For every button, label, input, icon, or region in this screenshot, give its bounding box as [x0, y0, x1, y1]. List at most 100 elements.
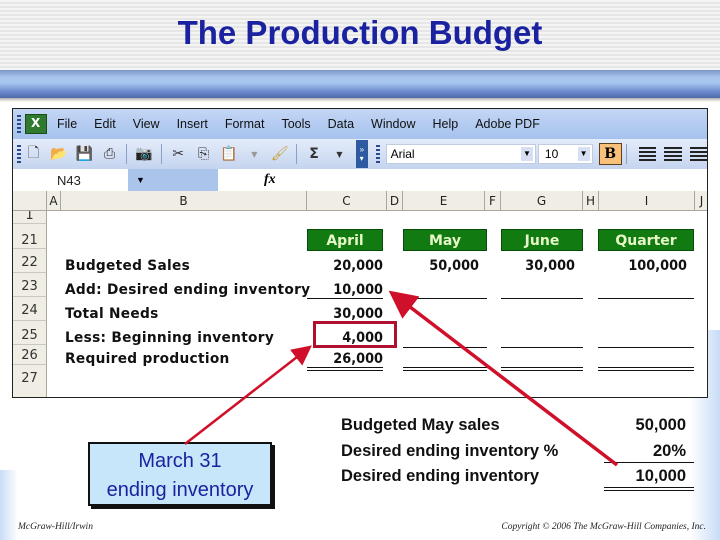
header-june[interactable]: June	[501, 229, 583, 251]
double-underline-quarter	[598, 367, 694, 371]
menu-adobe-pdf[interactable]: Adobe PDF	[475, 117, 540, 131]
column-header-a[interactable]: A	[47, 191, 61, 211]
insert-function-icon[interactable]: fx	[264, 172, 284, 188]
toolbar-grip[interactable]	[17, 145, 21, 163]
calc-label-may-sales: Budgeted May sales	[341, 416, 500, 434]
formatting-toolbar-grip[interactable]	[375, 145, 380, 163]
font-size-dropdown-icon[interactable]: ▼	[577, 147, 590, 161]
format-painter-icon[interactable]: 🖌	[270, 144, 289, 164]
calc-value-may-sales: 50,000	[635, 416, 686, 434]
name-box[interactable]: N43	[13, 173, 128, 188]
column-header-d[interactable]: D	[387, 191, 403, 211]
column-header-g[interactable]: G	[501, 191, 583, 211]
align-center-icon[interactable]	[664, 147, 682, 161]
header-may[interactable]: May	[403, 229, 487, 251]
row-header-25[interactable]: 25	[13, 321, 47, 345]
toolbar-separator	[126, 144, 128, 164]
toolbar-options-button[interactable]: » ▾	[356, 140, 368, 168]
label-total-needs[interactable]: Total Needs	[65, 306, 159, 322]
column-header-e[interactable]: E	[403, 191, 485, 211]
double-underline-may	[403, 367, 487, 371]
new-icon[interactable]: 🗋	[24, 144, 43, 164]
menu-tools[interactable]: Tools	[281, 117, 310, 131]
column-header-h[interactable]: H	[583, 191, 599, 211]
row-header-1[interactable]: 1	[13, 211, 47, 224]
header-april[interactable]: April	[307, 229, 383, 251]
footer-copyright: Copyright © 2006 The McGraw-Hill Compani…	[501, 522, 706, 532]
menu-bar: File Edit View Insert Format Tools Data …	[13, 109, 707, 139]
calc-label-desired-ending-inventory: Desired ending inventory	[341, 467, 540, 485]
print-icon[interactable]: ⎙	[100, 144, 119, 164]
column-header-j[interactable]: J	[695, 191, 707, 211]
calc-value-desired-ending-inventory: 10,000	[635, 467, 686, 485]
menu-format[interactable]: Format	[225, 117, 265, 131]
underline-quarter-25	[598, 347, 694, 348]
font-dropdown-icon[interactable]: ▼	[520, 147, 533, 161]
row-header-21[interactable]: 21	[13, 224, 47, 249]
save-icon[interactable]: 💾	[75, 144, 94, 164]
cell-quarter-budgeted-sales[interactable]: 100,000	[606, 258, 687, 274]
menu-help[interactable]: Help	[433, 117, 459, 131]
beginning-inventory-highlight	[313, 321, 397, 348]
excel-logo-icon[interactable]	[25, 114, 47, 134]
menu-grip[interactable]	[17, 115, 21, 133]
footer-publisher: McGraw-Hill/Irwin	[18, 522, 93, 532]
slide-title: The Production Budget	[177, 14, 543, 51]
align-left-icon[interactable]	[638, 147, 657, 161]
menu-data[interactable]: Data	[328, 117, 354, 131]
march-31-callout: March 31 ending inventory	[88, 442, 272, 506]
row-header-23[interactable]: 23	[13, 273, 47, 297]
row-header-27[interactable]: 27	[13, 365, 47, 397]
font-name-select[interactable]: Arial ▼	[385, 144, 536, 164]
paste-dropdown-icon[interactable]: ▼	[245, 144, 264, 164]
cell-april-required-production[interactable]: 26,000	[311, 351, 383, 367]
cell-june-budgeted-sales[interactable]: 30,000	[507, 258, 575, 274]
standard-toolbar: 🗋 📂 💾 ⎙ 📷 ✂ ⎘ 📋 ▼ 🖌 Σ ▼ » ▾ Arial ▼ 10 ▼ …	[13, 139, 707, 169]
name-box-dropdown-icon[interactable]: ▼	[128, 169, 218, 191]
menu-insert[interactable]: Insert	[177, 117, 208, 131]
calc-double-underline	[604, 487, 694, 491]
label-desired-ending-inventory[interactable]: Add: Desired ending inventory	[65, 282, 310, 298]
menu-window[interactable]: Window	[371, 117, 415, 131]
label-required-production[interactable]: Required production	[65, 351, 230, 367]
toolbar-separator	[625, 144, 627, 164]
left-decoration	[0, 470, 18, 540]
column-header-c[interactable]: C	[307, 191, 387, 211]
font-name-value: Arial	[390, 147, 415, 161]
row-header-22[interactable]: 22	[13, 249, 47, 273]
autosum-icon[interactable]: Σ	[304, 144, 323, 164]
align-right-icon[interactable]	[689, 147, 707, 161]
menu-file[interactable]: File	[57, 117, 77, 131]
menu-view[interactable]: View	[133, 117, 160, 131]
paste-icon[interactable]: 📋	[219, 144, 238, 164]
calc-underline	[604, 462, 694, 463]
header-quarter[interactable]: Quarter	[598, 229, 694, 251]
row-header-26[interactable]: 26	[13, 345, 47, 365]
select-all-corner[interactable]	[13, 191, 47, 211]
column-header-f[interactable]: F	[485, 191, 501, 211]
row-header-24[interactable]: 24	[13, 297, 47, 321]
excel-window: File Edit View Insert Format Tools Data …	[12, 108, 708, 398]
label-beginning-inventory[interactable]: Less: Beginning inventory	[65, 330, 274, 346]
formula-input[interactable]	[284, 169, 707, 191]
label-budgeted-sales[interactable]: Budgeted Sales	[65, 258, 190, 274]
open-icon[interactable]: 📂	[49, 144, 68, 164]
camera-icon[interactable]: 📷	[134, 144, 153, 164]
underline-june-23	[501, 298, 583, 299]
menu-edit[interactable]: Edit	[94, 117, 116, 131]
formula-bar: N43 ▼ fx	[13, 169, 707, 191]
cell-april-desired-ending-inventory[interactable]: 10,000	[311, 282, 383, 298]
copy-icon[interactable]: ⎘	[194, 144, 213, 164]
font-size-select[interactable]: 10 ▼	[537, 144, 593, 164]
cell-may-budgeted-sales[interactable]: 50,000	[409, 258, 479, 274]
bold-button[interactable]: B	[598, 143, 622, 165]
column-header-i[interactable]: I	[599, 191, 695, 211]
column-header-b[interactable]: B	[61, 191, 307, 211]
callout-line-1: March 31	[138, 450, 222, 472]
underline-quarter-23	[598, 298, 694, 299]
cell-april-budgeted-sales[interactable]: 20,000	[311, 258, 383, 274]
autosum-dropdown-icon[interactable]: ▼	[330, 144, 349, 164]
cell-april-total-needs[interactable]: 30,000	[311, 306, 383, 322]
toolbar-separator	[160, 144, 162, 164]
cut-icon[interactable]: ✂	[169, 144, 188, 164]
